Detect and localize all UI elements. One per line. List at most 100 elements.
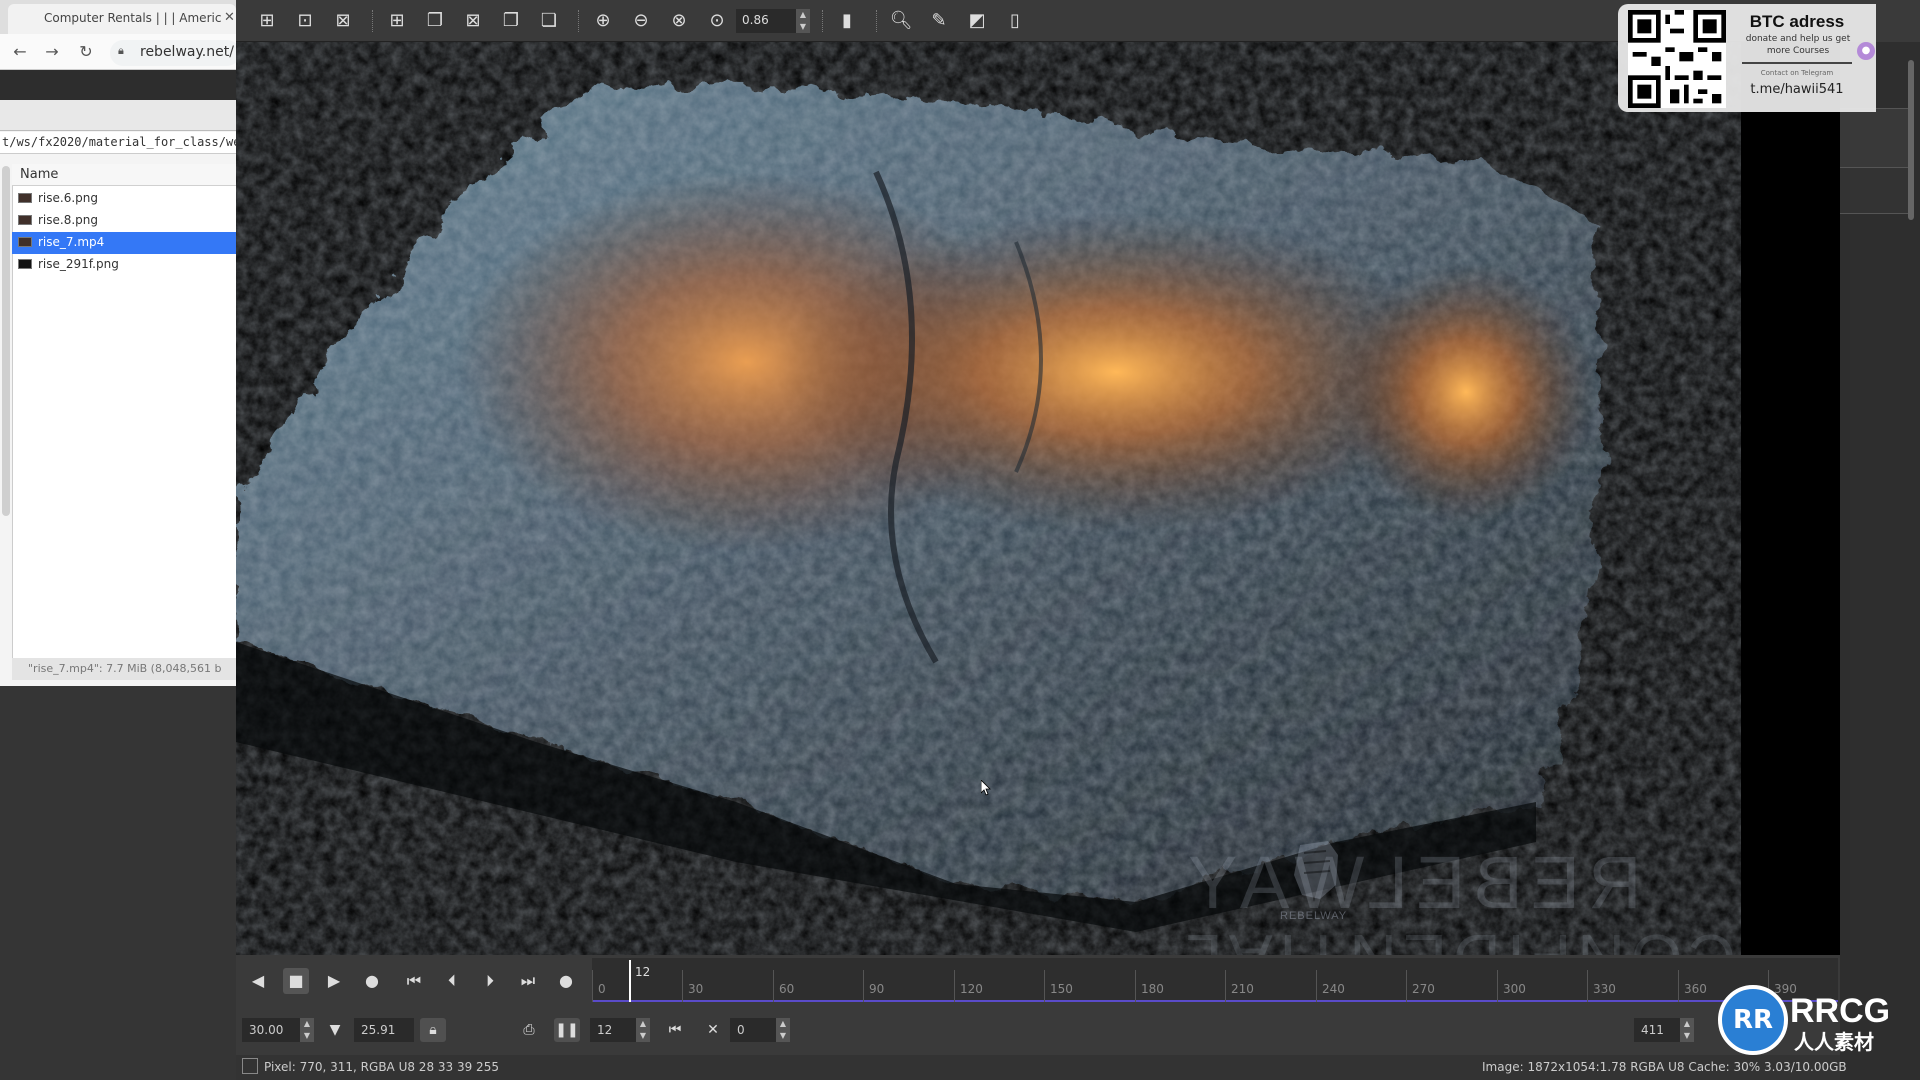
image-info: Image: 1872x1054:1.78 RGBA U8 Cache: 30%… xyxy=(1482,1060,1847,1074)
loop-icon[interactable]: ● xyxy=(553,968,579,994)
file-row[interactable]: rise.8.png xyxy=(12,210,236,232)
remove-layer-icon[interactable]: ⊠ xyxy=(460,8,486,34)
back-arrow-icon[interactable]: ← xyxy=(10,42,30,62)
btc-contact: Contact on Telegram xyxy=(1760,69,1834,77)
status-checkbox[interactable] xyxy=(242,1058,258,1074)
mouse-cursor-icon xyxy=(981,780,991,796)
clear-icon[interactable]: ✕ xyxy=(700,1018,726,1042)
remove-region-icon[interactable]: ⊠ xyxy=(330,8,356,34)
magnifier-icon[interactable]: 🔍︎ xyxy=(888,8,914,34)
timeline-tick xyxy=(1044,970,1045,1002)
histogram-icon[interactable]: ◩ xyxy=(964,8,990,34)
forward-arrow-icon[interactable]: → xyxy=(42,42,62,62)
column-header-name[interactable]: Name xyxy=(12,164,236,186)
color-picker-icon[interactable]: ✎ xyxy=(926,8,952,34)
page-gray-strip xyxy=(0,100,236,130)
browser-tab[interactable]: Computer Rentals | | | Americ xyxy=(8,4,236,34)
play-forward-icon[interactable]: ▶ xyxy=(321,968,347,994)
file-thumbnail-icon xyxy=(18,237,32,247)
url-text: rebelway.net/ xyxy=(140,44,234,60)
right-panel-scrollbar[interactable] xyxy=(1908,60,1914,220)
lock-icon[interactable]: 🔒︎ xyxy=(420,1018,446,1042)
btc-subtitle: donate and help us get more Courses xyxy=(1745,34,1851,56)
export-icon[interactable]: ⎙ xyxy=(516,1018,542,1042)
info-panel-icon[interactable]: ▯ xyxy=(1002,8,1028,34)
address-bar[interactable]: rebelway.net/ xyxy=(110,40,240,66)
timeline-tick-label: 0 xyxy=(598,982,606,996)
layer-back-icon[interactable]: ❏ xyxy=(536,8,562,34)
toolbar-separator xyxy=(578,10,580,32)
actual-fps-display: 25.91 xyxy=(354,1018,414,1042)
frame-spinner[interactable]: ▲ ▼ xyxy=(636,1018,650,1042)
zoom-fit-icon[interactable]: ⊙ xyxy=(704,8,730,34)
first-frame-icon[interactable]: ⏮ xyxy=(401,968,427,994)
layer-front-icon[interactable]: ❐ xyxy=(498,8,524,34)
rebelway-fist-logo-icon xyxy=(1294,841,1338,899)
play-backward-icon[interactable]: ◀ xyxy=(245,968,271,994)
file-row[interactable]: rise_291f.png xyxy=(12,254,236,276)
file-row[interactable]: rise.6.png xyxy=(12,188,236,210)
add-region-icon[interactable]: ⊞ xyxy=(254,8,280,34)
btc-telegram-handle: t.me/hawii541 xyxy=(1750,82,1844,97)
timeline-tick-label: 120 xyxy=(960,982,983,996)
add-layer-icon[interactable]: ⊞ xyxy=(384,8,410,34)
viewer-canvas[interactable] xyxy=(236,42,1840,955)
channel-bar-icon[interactable]: ▮ xyxy=(834,8,860,34)
file-row-selected[interactable]: rise_7.mp4 xyxy=(12,232,236,254)
fps-dropdown-icon[interactable]: ▼ xyxy=(322,1018,348,1042)
timeline-tick xyxy=(1497,970,1498,1002)
rrcg-logo-badge: RR xyxy=(1718,985,1788,1055)
profile-avatar[interactable]: ● xyxy=(1857,42,1875,60)
file-browser-scrollbar[interactable] xyxy=(2,166,10,516)
timeline-range-bar xyxy=(592,1000,1838,1002)
last-frame-icon[interactable]: ⏭ xyxy=(515,968,541,994)
file-name: rise_291f.png xyxy=(38,257,119,271)
timeline-tick-label: 240 xyxy=(1322,982,1345,996)
timeline-tick xyxy=(1316,970,1317,1002)
pause-icon[interactable]: ❚❚ xyxy=(554,1018,580,1042)
toolbar-separator xyxy=(822,10,824,32)
stop-icon[interactable]: ■ xyxy=(283,968,309,994)
page-dark-strip xyxy=(0,70,236,100)
zoom-reset-icon[interactable]: ⊗ xyxy=(666,8,692,34)
pixel-info: Pixel: 770, 311, RGBA U8 28 33 39 255 xyxy=(264,1060,499,1074)
timeline-tick-label: 150 xyxy=(1050,982,1073,996)
reload-icon[interactable]: ↻ xyxy=(76,42,96,62)
zoom-out-icon[interactable]: ⊖ xyxy=(628,8,654,34)
playback-controls-bar xyxy=(236,1005,1840,1055)
file-thumbnail-icon xyxy=(18,215,32,225)
step-forward-icon[interactable]: ⏵ xyxy=(477,968,503,994)
go-to-start-icon[interactable]: ⏮ xyxy=(662,1018,688,1042)
toolbar-separator xyxy=(876,10,878,32)
zoom-spinner[interactable]: ▲ ▼ xyxy=(796,9,810,33)
timeline-tick xyxy=(1135,970,1136,1002)
timeline-tick-label: 270 xyxy=(1412,982,1435,996)
tab-title: Computer Rentals | | | Americ xyxy=(44,11,222,25)
btc-divider xyxy=(1742,62,1852,64)
file-path-field[interactable]: t/ws/fx2020/material_for_class/week1 xyxy=(0,132,236,154)
timeline-tick-label: 90 xyxy=(869,982,885,996)
timeline-tick xyxy=(1678,970,1679,1002)
timeline-playhead[interactable] xyxy=(629,960,631,1002)
timeline-tick xyxy=(863,970,864,1002)
timeline-tick-label: 300 xyxy=(1503,982,1526,996)
record-icon[interactable]: ● xyxy=(359,968,385,994)
zoom-in-icon[interactable]: ⊕ xyxy=(590,8,616,34)
fps-field[interactable]: 30.00 xyxy=(242,1018,306,1042)
offset-spinner[interactable]: ▲ ▼ xyxy=(776,1018,790,1042)
timeline-tick xyxy=(773,970,774,1002)
timeline-tick xyxy=(1225,970,1226,1002)
fps-spinner[interactable]: ▲ ▼ xyxy=(300,1018,314,1042)
step-back-icon[interactable]: ⏴ xyxy=(439,968,465,994)
file-name: rise_7.mp4 xyxy=(38,235,105,249)
rrcg-logo-chinese: 人人素材 xyxy=(1794,1030,1874,1054)
file-name: rise.6.png xyxy=(38,191,99,205)
timeline-tick-label: 180 xyxy=(1141,982,1164,996)
stack-layers-icon[interactable]: ❐ xyxy=(422,8,448,34)
timeline-tick xyxy=(1406,970,1407,1002)
tab-close-icon[interactable]: ✕ xyxy=(224,10,235,25)
lock-icon: 🔒︎ xyxy=(118,44,124,57)
end-frame-spinner[interactable]: ▲ ▼ xyxy=(1680,1018,1694,1042)
move-region-icon[interactable]: ⊡ xyxy=(292,8,318,34)
playhead-frame-label: 12 xyxy=(635,965,651,979)
